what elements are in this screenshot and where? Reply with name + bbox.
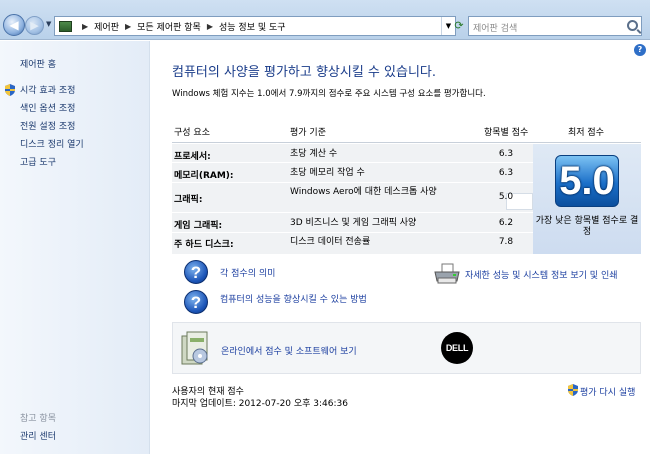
row-divider: [172, 162, 533, 163]
row-divider: [172, 212, 533, 213]
help-icon[interactable]: ?: [634, 44, 646, 56]
software-box-icon: [181, 331, 208, 365]
header-divider: [172, 142, 641, 143]
page-description: Windows 체험 지수는 1.0에서 7.9까지의 점수로 주요 시스템 구…: [172, 89, 486, 99]
refresh-icon[interactable]: ⟳: [452, 16, 466, 36]
row-desc: 초당 계산 수: [290, 149, 338, 159]
search-input[interactable]: 제어판 검색: [468, 16, 642, 36]
row-name: 그래픽:: [174, 195, 203, 205]
online-software-panel: 온라인에서 점수 및 소프트웨어 보기 DELL: [172, 322, 641, 374]
row-name: 프로세서:: [174, 152, 211, 162]
base-score-badge: 5.0: [555, 155, 619, 207]
breadcrumb-separator-icon: ▶: [206, 21, 213, 31]
address-bar[interactable]: ▶ 제어판 ▶ 모든 제어판 항목 ▶ 성능 정보 및 도구 ▼: [54, 16, 456, 36]
details-print-link[interactable]: 자세한 성능 및 시스템 정보 보기 및 인쇄: [465, 268, 618, 281]
sidebar-item-indexing[interactable]: 색인 옵션 조정: [20, 101, 75, 114]
breadcrumb-separator-icon: ▶: [125, 21, 132, 31]
base-score-panel: 5.0 가장 낮은 항목별 점수로 결정: [533, 144, 641, 254]
row-divider: [172, 232, 533, 233]
uac-shield-icon: [5, 84, 15, 96]
sidebar-item-visual-effects[interactable]: 시각 효과 조정: [20, 83, 75, 96]
search-icon[interactable]: [627, 20, 638, 31]
sidebar: 제어판 홈 시각 효과 조정 색인 옵션 조정 전원 설정 조정 디스크 정리 …: [0, 41, 150, 454]
see-also-title: 참고 항목: [20, 414, 56, 424]
help-question-icon: ?: [184, 290, 208, 314]
forward-button[interactable]: ▶: [25, 16, 44, 35]
breadcrumb-performance[interactable]: 성능 정보 및 도구: [219, 20, 286, 33]
row-name: 메모리(RAM):: [174, 171, 234, 181]
row-score: 5.0: [498, 192, 514, 202]
sidebar-item-home[interactable]: 제어판 홈: [20, 57, 56, 70]
row-score: 7.8: [498, 237, 514, 247]
breadcrumb-separator-icon: ▶: [82, 21, 89, 31]
header-base-score: 최저 점수: [568, 128, 604, 138]
sidebar-item-action-center[interactable]: 관리 센터: [20, 429, 56, 442]
breadcrumb-all-items[interactable]: 모든 제어판 항목: [137, 20, 201, 33]
sidebar-item-advanced-tools[interactable]: 고급 도구: [20, 155, 56, 168]
dell-logo: DELL: [441, 332, 473, 364]
back-button[interactable]: ◀: [3, 14, 25, 36]
base-score-label: 가장 낮은 항목별 점수로 결정: [535, 216, 639, 237]
header-subscore: 항목별 점수: [484, 128, 529, 138]
row-score: 6.3: [498, 168, 514, 178]
search-placeholder: 제어판 검색: [473, 24, 518, 34]
row-score: 6.2: [498, 218, 514, 228]
printer-icon: [434, 263, 460, 284]
header-rated: 평가 기준: [290, 128, 326, 138]
page-title: 컴퓨터의 사양을 평가하고 향상시킬 수 있습니다.: [172, 65, 436, 80]
row-score: 6.3: [498, 149, 514, 159]
row-desc: Windows Aero에 대한 데스크톱 사양: [290, 187, 437, 197]
control-panel-icon: [59, 20, 72, 32]
score-meaning-link[interactable]: 각 점수의 의미: [220, 266, 275, 279]
last-update-label: 마지막 업데이트: 2012-07-20 오후 3:46:36: [172, 399, 348, 409]
rerun-assessment-link[interactable]: 평가 다시 실행: [580, 385, 635, 398]
score-table: 구성 요소 평가 기준 항목별 점수 최저 점수 프로세서: 초당 계산 수 6…: [172, 121, 641, 255]
header-component: 구성 요소: [174, 128, 210, 138]
row-name: 게임 그래픽:: [174, 221, 223, 231]
improve-performance-link[interactable]: 컴퓨터의 성능을 향상시킬 수 있는 방법: [220, 292, 367, 305]
uac-shield-icon: [568, 384, 578, 396]
online-scores-link[interactable]: 온라인에서 점수 및 소프트웨어 보기: [221, 344, 357, 357]
recent-pages-chevron-icon[interactable]: ▼: [46, 20, 51, 28]
row-desc: 초당 메모리 작업 수: [290, 168, 365, 178]
row-desc: 3D 비즈니스 및 게임 그래픽 사양: [290, 218, 417, 228]
row-name: 주 하드 디스크:: [174, 240, 234, 250]
sidebar-item-disk-cleanup[interactable]: 디스크 정리 열기: [20, 137, 84, 150]
row-desc: 디스크 데이터 전송률: [290, 237, 371, 247]
sidebar-item-power[interactable]: 전원 설정 조정: [20, 119, 75, 132]
help-question-icon: ?: [184, 260, 208, 284]
breadcrumb-control-panel[interactable]: 제어판: [94, 20, 119, 33]
row-divider: [172, 182, 533, 183]
address-toolbar: ◀ ▶ ▼ ▶ 제어판 ▶ 모든 제어판 항목 ▶ 성능 정보 및 도구 ▼ ⟳…: [0, 0, 650, 40]
